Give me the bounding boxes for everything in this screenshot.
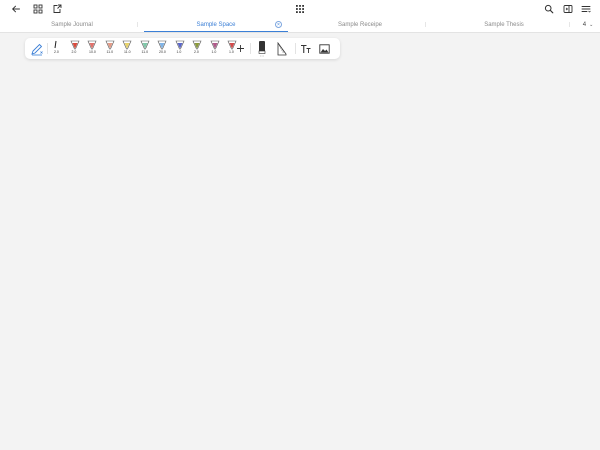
notebook-tabs: Sample Journal | Sample Space × Sample R…: [0, 18, 600, 33]
divider: [295, 43, 296, 54]
pen-size-label: 2.0: [54, 50, 59, 54]
tab-count: 4: [582, 22, 587, 28]
menu-button[interactable]: [579, 3, 593, 15]
divider: [250, 43, 251, 54]
divider: [47, 43, 48, 54]
pen-preset-8[interactable]: 1.0: [174, 40, 186, 56]
grid-view-button[interactable]: [31, 3, 45, 15]
apps-icon: [296, 5, 304, 13]
pen-preset-2[interactable]: 2.0: [69, 40, 81, 56]
tab-sample-space[interactable]: Sample Space ×: [144, 18, 288, 32]
close-tab-button[interactable]: ×: [275, 21, 282, 28]
search-button[interactable]: [542, 3, 556, 15]
share-button[interactable]: [50, 3, 64, 15]
eraser-icon: [258, 40, 266, 56]
eraser-button[interactable]: [256, 38, 268, 59]
top-bar: [0, 0, 600, 18]
back-button[interactable]: [9, 3, 23, 15]
search-icon: [544, 4, 554, 14]
tab-label: Sample Space: [196, 21, 236, 28]
image-icon: [318, 43, 330, 54]
pen-preset-6[interactable]: 11.0: [139, 40, 151, 56]
text-tool-button[interactable]: [299, 38, 313, 59]
pencil-settings-icon: [31, 43, 43, 55]
apps-button[interactable]: [293, 3, 307, 15]
pen-size-label: 2.0: [194, 50, 199, 54]
pen-size-label: 20.0: [159, 50, 166, 54]
pen-preset-1[interactable]: 2.0: [51, 40, 63, 56]
lasso-tool-button[interactable]: [275, 38, 289, 59]
close-icon: ×: [277, 22, 280, 28]
text-icon: [301, 44, 311, 53]
image-tool-button[interactable]: [317, 38, 331, 59]
layout-icon: [563, 5, 573, 13]
add-pen-button[interactable]: [234, 38, 246, 59]
pen-settings-button[interactable]: [29, 38, 45, 59]
pen-preset-5[interactable]: 11.0: [121, 40, 133, 56]
tab-separator: |: [136, 22, 138, 28]
share-icon: [53, 4, 62, 13]
pen-preset-7[interactable]: 20.0: [156, 40, 168, 56]
tab-label: Sample Journal: [51, 22, 93, 28]
tab-sample-journal[interactable]: Sample Journal |: [0, 18, 144, 32]
arrow-left-icon: [11, 5, 20, 13]
tab-label: Sample Receipe: [337, 22, 383, 28]
tab-separator: |: [568, 22, 570, 28]
layout-button[interactable]: [561, 3, 575, 15]
tab-label: Sample Thesis: [484, 22, 524, 28]
pen-size-label: 1.0: [211, 50, 217, 54]
pen-size-label: 2.0: [71, 50, 77, 54]
tab-sample-receipe[interactable]: Sample Receipe |: [288, 18, 432, 32]
pen-size-label: 11.0: [124, 50, 131, 54]
pen-size-label: 11.0: [141, 50, 149, 54]
ruler-icon: [277, 41, 287, 55]
pen-size-label: 10.0: [89, 50, 96, 54]
pen-preset-4[interactable]: 11.0: [104, 40, 116, 56]
pen-size-label: 1.0: [176, 50, 182, 54]
menu-icon: [581, 6, 591, 13]
tab-separator: |: [424, 22, 426, 28]
pen-preset-9[interactable]: 2.0: [191, 40, 203, 56]
pen-size-label: 11.0: [106, 50, 114, 54]
chevron-down-icon: ⌄: [589, 22, 594, 28]
pen-preset-10[interactable]: 1.0: [209, 40, 221, 56]
grid-icon: [33, 4, 43, 14]
plus-icon: [236, 45, 244, 52]
tab-counter-dropdown[interactable]: 4 ⌄: [576, 18, 600, 32]
tab-sample-thesis[interactable]: Sample Thesis |: [432, 18, 576, 32]
pen-preset-3[interactable]: 10.0: [86, 40, 98, 56]
note-canvas[interactable]: [0, 33, 600, 450]
tool-palette: 2.0 2.0 10.0 11.0 11.0 11.0 20.0 1.0 2.0 1.0 1.0: [25, 38, 340, 59]
